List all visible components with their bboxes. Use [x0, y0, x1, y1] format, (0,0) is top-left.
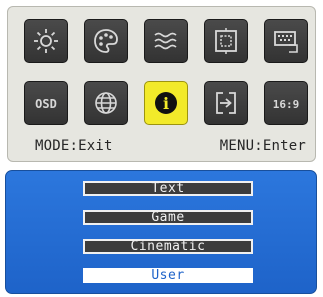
svg-text:i: i: [163, 94, 169, 113]
input-source-icon: [274, 31, 298, 53]
color-tile[interactable]: [84, 19, 128, 63]
osd-settings-icon: OSD: [35, 97, 57, 111]
mode-exit-hint: MODE:Exit: [35, 138, 113, 154]
svg-text:OSD: OSD: [35, 97, 57, 111]
brightness-icon: [34, 29, 58, 53]
osd-main-menu: OSD i 16:9 MODE:Exit MENU:Enter: [7, 6, 316, 162]
image-position-tile[interactable]: [204, 19, 248, 63]
noise-tile[interactable]: [144, 19, 188, 63]
mode-option-game[interactable]: Game: [83, 210, 253, 225]
image-position-icon: [215, 28, 237, 54]
aspect-ratio-icon: 16:9: [273, 98, 300, 111]
aspect-ratio-tile[interactable]: 16:9: [264, 81, 308, 125]
brightness-tile[interactable]: [24, 19, 68, 63]
color-palette-icon: [94, 29, 118, 53]
input-source-tile[interactable]: [264, 19, 308, 63]
menu-icon-grid: OSD i 16:9: [22, 19, 309, 127]
svg-text:16:9: 16:9: [273, 98, 300, 111]
information-icon: i: [155, 92, 177, 114]
mode-option-user[interactable]: User: [83, 268, 253, 283]
mode-option-cinematic[interactable]: Cinematic: [83, 239, 253, 254]
menu-enter-hint: MENU:Enter: [219, 138, 306, 154]
noise-waves-icon: [154, 32, 177, 50]
input-select-tile[interactable]: [204, 81, 248, 125]
information-tile[interactable]: i: [144, 81, 188, 125]
osd-settings-tile[interactable]: OSD: [24, 81, 68, 125]
language-tile[interactable]: [84, 81, 128, 125]
mode-selection-panel: Text Game Cinematic User: [5, 170, 317, 294]
mode-option-text[interactable]: Text: [83, 181, 253, 196]
language-globe-icon: [95, 92, 117, 114]
input-select-icon: [216, 92, 236, 114]
